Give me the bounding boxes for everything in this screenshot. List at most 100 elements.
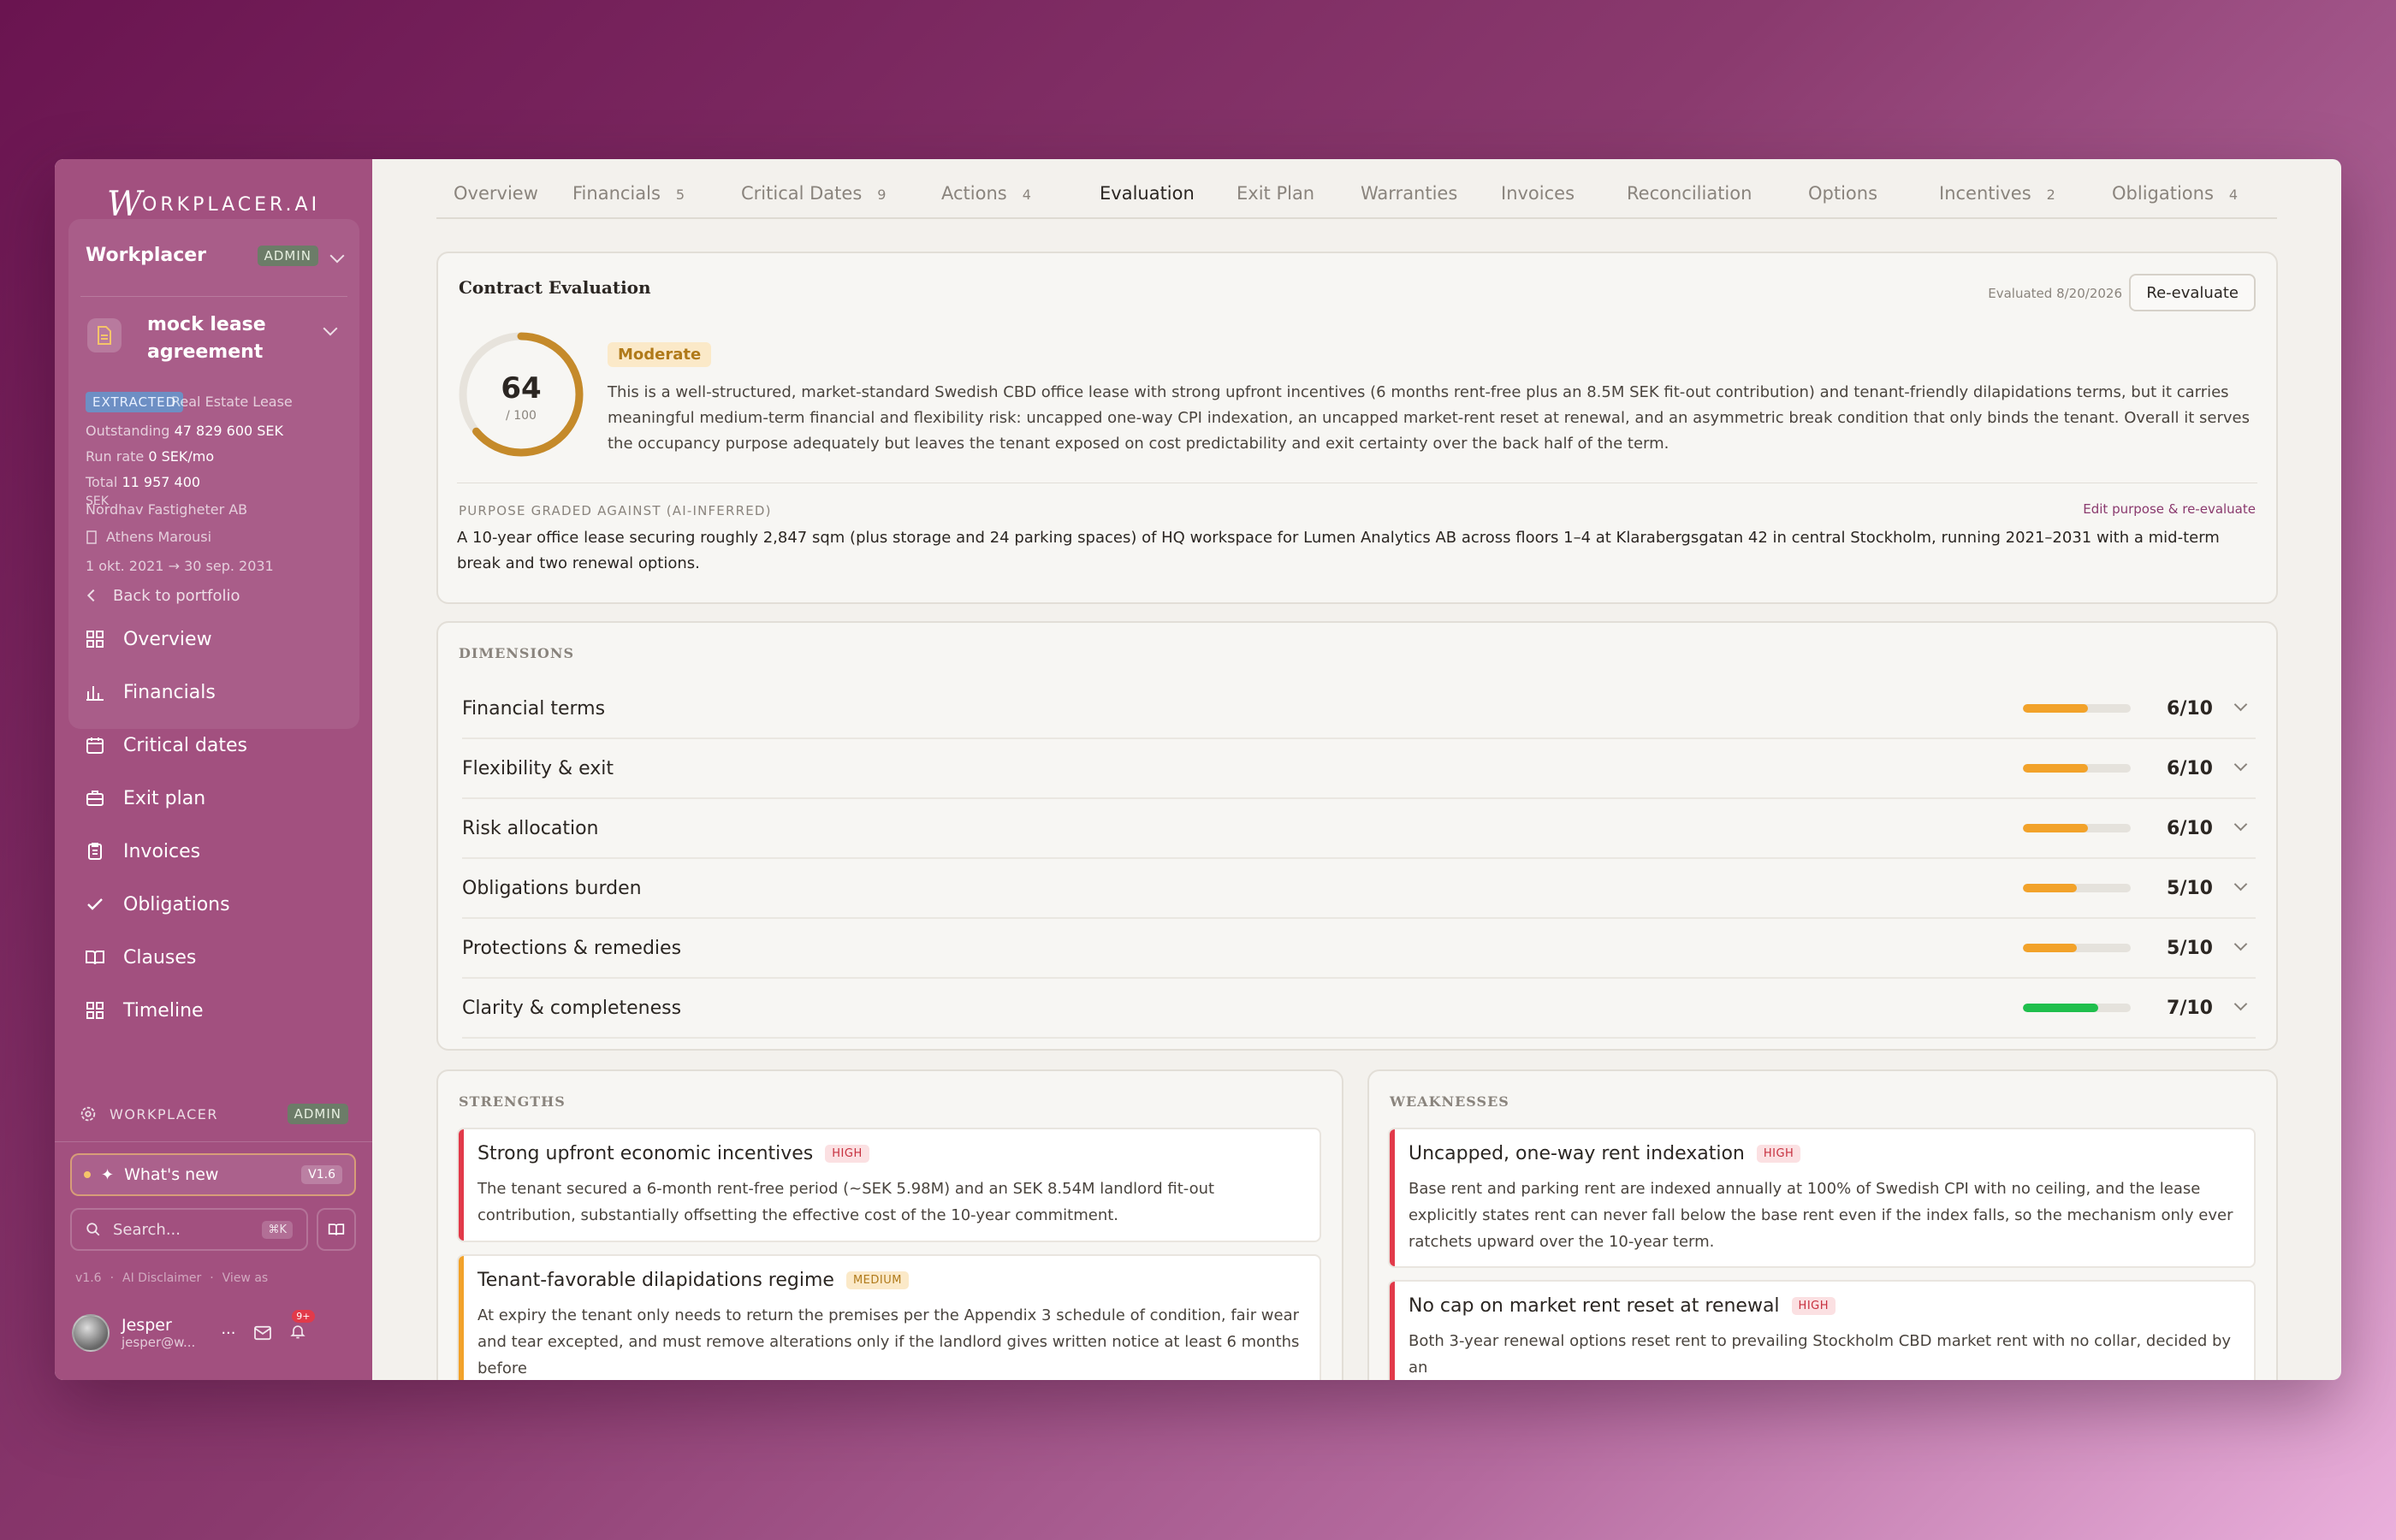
outstanding: Outstanding 47 829 600 SEK <box>86 423 284 439</box>
weakness-item[interactable]: Uncapped, one-way rent indexation HIGH Ba… <box>1388 1128 2256 1268</box>
more-icon[interactable]: ··· <box>221 1324 235 1342</box>
dimension-score: 5/10 <box>2167 937 2213 959</box>
chevron-down-icon[interactable] <box>2233 817 2248 832</box>
sidebar-item-clauses[interactable]: Clauses <box>84 931 341 984</box>
total: Total 11 957 400 <box>86 474 201 490</box>
score-bar-fill <box>2023 704 2088 713</box>
score-bar <box>2023 884 2131 892</box>
severity-badge: HIGH <box>1756 1145 1801 1163</box>
chevron-down-icon[interactable] <box>2233 877 2248 891</box>
dimension-name: Obligations burden <box>462 877 642 899</box>
score-bar <box>2023 764 2131 773</box>
score-bar-fill <box>2023 1004 2099 1012</box>
tab-warranties[interactable]: Warranties <box>1361 183 1457 204</box>
tab-reconciliation[interactable]: Reconciliation <box>1627 183 1752 204</box>
tab-critical-dates[interactable]: Critical Dates 9 <box>741 183 886 204</box>
purpose-text: A 10-year office lease securing roughly … <box>457 529 2220 572</box>
workspace-switcher[interactable]: WORKPLACER ADMIN <box>79 1104 348 1124</box>
sidebar-item-obligations[interactable]: Obligations <box>84 878 341 931</box>
dimension-name: Financial terms <box>462 697 606 720</box>
avatar[interactable] <box>72 1314 110 1352</box>
dimension-row[interactable]: Financial terms 6/10 <box>462 679 2256 739</box>
item-body: Base rent and parking rent are indexed a… <box>1409 1180 2233 1251</box>
version-badge: V1.6 <box>301 1165 342 1184</box>
sidebar: WORKPLACER.AI Workplacer ADMIN mock leas… <box>55 159 372 1380</box>
reevaluate-button[interactable]: Re-evaluate <box>2129 274 2256 311</box>
tenant: Athens Marousi <box>86 529 211 545</box>
book-icon <box>84 946 106 968</box>
dimension-row[interactable]: Protections & remedies 5/10 <box>462 919 2256 979</box>
dimension-row[interactable]: Obligations burden 5/10 <box>462 859 2256 919</box>
sidebar-item-overview[interactable]: Overview <box>84 613 341 666</box>
weakness-item[interactable]: No cap on market rent reset at renewal HI… <box>1388 1280 2256 1380</box>
whats-new-button[interactable]: ✦ What's new V1.6 <box>70 1153 356 1196</box>
notification-count: 9+ <box>292 1309 315 1323</box>
item-body: Both 3-year renewal options reset rent t… <box>1409 1332 2232 1377</box>
score-bar <box>2023 704 2131 713</box>
document-icon <box>87 318 122 352</box>
notifications-button[interactable]: 9+ <box>289 1309 315 1345</box>
building-icon <box>86 530 97 544</box>
sparkle-icon: ✦ <box>101 1165 115 1184</box>
docs-button[interactable] <box>317 1208 356 1251</box>
card-title: Contract Evaluation <box>459 277 651 298</box>
score-bar-fill <box>2023 944 2077 952</box>
app-window: WORKPLACER.AI Workplacer ADMIN mock leas… <box>55 159 2341 1380</box>
dimension-name: Protections & remedies <box>462 937 682 959</box>
shortcut-hint: ⌘K <box>262 1220 293 1239</box>
rating-badge: Moderate <box>608 342 712 367</box>
item-body: At expiry the tenant only needs to retur… <box>477 1306 1300 1377</box>
chevron-down-icon[interactable] <box>2233 937 2248 951</box>
edit-purpose-link[interactable]: Edit purpose & re-evaluate <box>2083 501 2256 517</box>
sidebar-item-exit-plan[interactable]: Exit plan <box>84 772 341 825</box>
back-to-portfolio[interactable]: Back to portfolio <box>84 578 341 613</box>
chevron-down-icon[interactable] <box>2233 997 2248 1011</box>
contract-period: 1 okt. 2021 → 30 sep. 2031 <box>86 558 274 574</box>
search-input[interactable]: Search... ⌘K <box>70 1208 308 1251</box>
tab-evaluation[interactable]: Evaluation <box>1100 183 1195 204</box>
bell-icon <box>289 1324 305 1338</box>
tab-options[interactable]: Options <box>1808 183 1877 204</box>
score-value: 64 <box>501 371 542 406</box>
dimension-row[interactable]: Clarity & completeness 7/10 <box>462 979 2256 1039</box>
sidebar-item-timeline[interactable]: Timeline <box>84 984 341 1037</box>
evaluation-summary: This is a well-structured, market-standa… <box>608 383 2251 453</box>
dimension-score: 6/10 <box>2167 757 2213 779</box>
severity-badge: MEDIUM <box>845 1271 909 1289</box>
tab-overview[interactable]: Overview <box>454 183 538 204</box>
grid-icon <box>84 628 106 650</box>
chevron-down-icon[interactable] <box>2233 757 2248 772</box>
dimension-row[interactable]: Risk allocation 6/10 <box>462 799 2256 859</box>
dimension-name: Flexibility & exit <box>462 757 614 779</box>
dimension-row[interactable]: Flexibility & exit 6/10 <box>462 739 2256 799</box>
sidebar-item-financials[interactable]: Financials <box>84 666 341 719</box>
sidebar-item-invoices[interactable]: Invoices <box>84 825 341 878</box>
strengths-card: STRENGTHS Strong upfront economic incent… <box>436 1069 1343 1380</box>
user-panel: Jesper jesper@w... ··· 9+ <box>72 1309 355 1352</box>
tab-financials[interactable]: Financials 5 <box>572 183 685 204</box>
strength-item[interactable]: Tenant-favorable dilapidations regime MED… <box>457 1254 1321 1380</box>
chevron-down-icon <box>329 248 345 263</box>
score-bar <box>2023 824 2131 832</box>
tab-bar: Overview Financials 5 Critical Dates 9 Act… <box>436 159 2277 219</box>
mail-icon[interactable] <box>253 1325 272 1341</box>
tab-exit-plan[interactable]: Exit Plan <box>1237 183 1314 204</box>
tab-actions[interactable]: Actions 4 <box>941 183 1031 204</box>
evaluated-date: Evaluated 8/20/2026 <box>1988 286 2122 301</box>
tab-invoices[interactable]: Invoices <box>1501 183 1575 204</box>
chevron-down-icon[interactable] <box>2233 697 2248 712</box>
book-icon <box>328 1223 345 1235</box>
tab-obligations[interactable]: Obligations 4 <box>2112 183 2238 204</box>
item-title: Strong upfront economic incentives <box>477 1143 814 1164</box>
search-icon <box>86 1223 100 1236</box>
score-max: / 100 <box>506 409 537 423</box>
tab-incentives[interactable]: Incentives 2 <box>1939 183 2055 204</box>
strength-item[interactable]: Strong upfront economic incentives HIGH T… <box>457 1128 1321 1242</box>
dimensions-card: DIMENSIONS Financial terms 6/10 Flexibilit… <box>436 621 2278 1051</box>
sidebar-item-critical-dates[interactable]: Critical dates <box>84 719 341 772</box>
org-switcher[interactable]: Workplacer ADMIN <box>86 245 345 266</box>
ai-disclaimer-link[interactable]: AI Disclaimer <box>122 1271 201 1285</box>
item-body: The tenant secured a 6-month rent-free p… <box>477 1180 1215 1224</box>
view-as-link[interactable]: View as <box>222 1271 269 1285</box>
footer-links: v1.6 · AI Disclaimer · View as <box>75 1271 269 1285</box>
